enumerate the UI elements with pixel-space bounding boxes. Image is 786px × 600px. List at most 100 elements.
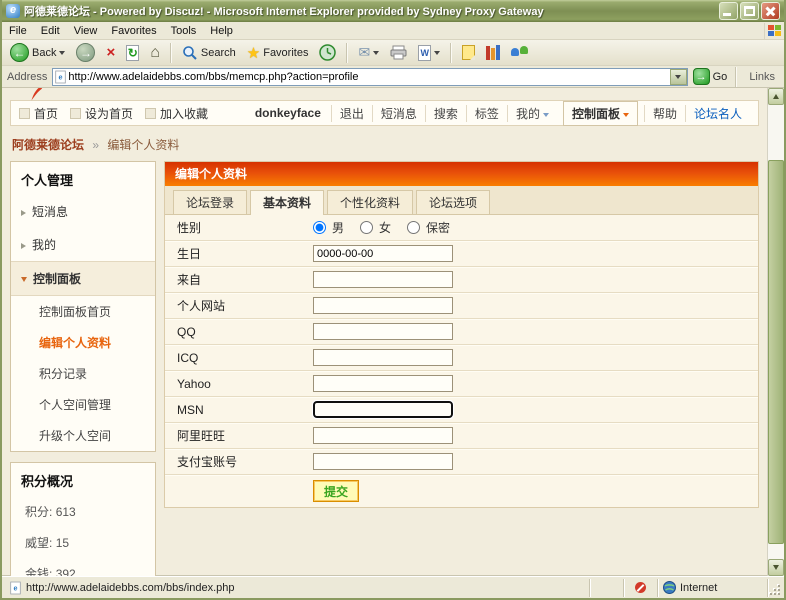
nav-celebs-link[interactable]: 论坛名人 (685, 105, 750, 122)
menu-edit[interactable]: Edit (34, 24, 67, 38)
aliwangwang-input[interactable] (313, 427, 453, 444)
address-bar: Address e http://www.adelaidebbs.com/bbs… (2, 66, 784, 88)
forward-button[interactable]: → (72, 41, 99, 64)
chevron-down-icon[interactable] (373, 51, 379, 55)
home-page-icon (19, 108, 30, 119)
sidebar-item-control-panel[interactable]: 控制面板 (11, 261, 155, 296)
triangle-down-icon (21, 277, 27, 282)
chevron-down-icon (675, 75, 681, 79)
tab-personalization[interactable]: 个性化资料 (327, 190, 413, 214)
credits-box-title: 积分概况 (11, 463, 155, 496)
history-button[interactable] (315, 42, 340, 63)
messenger-button[interactable] (507, 43, 532, 62)
scroll-up-button[interactable] (768, 88, 784, 105)
menu-view[interactable]: View (67, 24, 105, 38)
icq-input[interactable] (313, 349, 453, 366)
toolbar-separator (735, 67, 737, 87)
gender-female-radio[interactable] (360, 221, 373, 234)
field-label: 阿里旺旺 (177, 427, 313, 444)
triangle-right-icon (21, 243, 26, 249)
nav-search-link[interactable]: 搜索 (425, 105, 466, 122)
nav-mine-menu[interactable]: 我的 (507, 105, 557, 122)
form-row-birthday: 生日 (165, 241, 758, 267)
chevron-down-icon[interactable] (434, 51, 440, 55)
birthday-input[interactable] (313, 245, 453, 262)
nav-logout-link[interactable]: 退出 (331, 105, 372, 122)
sidebar-subitem-edit-profile[interactable]: 编辑个人资料 (11, 327, 155, 358)
notes-button[interactable] (458, 43, 479, 62)
submit-button[interactable]: 提交 (313, 480, 359, 502)
menu-favorites[interactable]: Favorites (104, 24, 163, 38)
home-button[interactable]: ⌂ (146, 42, 164, 64)
username[interactable]: donkeyface (255, 106, 321, 120)
sidebar-subitem-space-upgrade[interactable]: 升级个人空间 (11, 420, 155, 451)
nav-set-home-link[interactable]: 设为首页 (70, 105, 133, 122)
maximize-button[interactable] (740, 2, 759, 20)
sidebar-subitem-credit-log[interactable]: 积分记录 (11, 358, 155, 389)
vertical-scrollbar[interactable] (767, 88, 784, 576)
qq-input[interactable] (313, 323, 453, 340)
chevron-down-icon[interactable] (59, 51, 65, 55)
go-label: Go (713, 71, 728, 83)
nav-control-panel-menu[interactable]: 控制面板 (563, 101, 638, 126)
field-label: 性别 (177, 219, 313, 236)
nav-bookmark-link[interactable]: 加入收藏 (145, 105, 208, 122)
back-button[interactable]: ← Back (6, 41, 69, 64)
address-input[interactable]: e http://www.adelaidebbs.com/bbs/memcp.p… (52, 68, 687, 86)
menu-tools[interactable]: Tools (164, 24, 204, 38)
chevron-down-icon (623, 113, 629, 117)
tab-forum-options[interactable]: 论坛选项 (416, 190, 490, 214)
triangle-right-icon (21, 210, 26, 216)
scroll-down-button[interactable] (768, 559, 784, 576)
gender-secret-label[interactable]: 保密 (426, 219, 450, 236)
msn-input[interactable] (313, 401, 453, 418)
status-bar: e http://www.adelaidebbs.com/bbs/index.p… (2, 576, 784, 598)
field-label: 生日 (177, 245, 313, 262)
sidebar-item-messages[interactable]: 短消息 (11, 195, 155, 228)
alipay-input[interactable] (313, 453, 453, 470)
sidebar-subitem-cp-home[interactable]: 控制面板首页 (11, 296, 155, 327)
nav-tags-link[interactable]: 标签 (466, 105, 507, 122)
books-icon (486, 45, 500, 60)
form-row-website: 个人网站 (165, 293, 758, 319)
breadcrumb-root-link[interactable]: 阿德莱德论坛 (12, 138, 84, 152)
menu-help[interactable]: Help (203, 24, 240, 38)
address-dropdown-button[interactable] (670, 69, 687, 85)
status-zone: Internet (680, 582, 717, 594)
from-input[interactable] (313, 271, 453, 288)
website-input[interactable] (313, 297, 453, 314)
print-button[interactable] (386, 43, 411, 62)
research-button[interactable] (482, 43, 504, 62)
windows-logo-icon (764, 23, 784, 39)
tab-forum-login[interactable]: 论坛登录 (173, 190, 247, 214)
credit-row: 积分: 613 (11, 496, 155, 527)
stop-button[interactable]: × (102, 42, 119, 63)
address-url[interactable]: http://www.adelaidebbs.com/bbs/memcp.php… (68, 71, 669, 83)
yahoo-input[interactable] (313, 375, 453, 392)
favorites-button[interactable]: ★ Favorites (243, 42, 313, 64)
minimize-button[interactable] (719, 2, 738, 20)
sidebar-item-mine[interactable]: 我的 (11, 228, 155, 261)
links-toolbar[interactable]: Links (745, 71, 779, 83)
menu-file[interactable]: File (2, 24, 34, 38)
gender-male-label[interactable]: 男 (332, 219, 344, 236)
go-button[interactable]: → Go (693, 68, 728, 85)
form-row-gender: 性别 男 女 保密 (165, 215, 758, 241)
resize-grip[interactable] (768, 579, 782, 597)
nav-help-link[interactable]: 帮助 (644, 105, 685, 122)
edit-with-word-button[interactable]: W (414, 43, 444, 63)
nav-home-link[interactable]: 首页 (19, 105, 58, 122)
search-button[interactable]: Search (178, 43, 240, 63)
blocked-icon (635, 582, 646, 593)
tab-basic-profile[interactable]: 基本资料 (250, 190, 324, 215)
close-button[interactable] (761, 2, 780, 20)
scrollbar-thumb[interactable] (768, 160, 784, 544)
gender-male-radio[interactable] (313, 221, 326, 234)
sidebar-subitem-space-manage[interactable]: 个人空间管理 (11, 389, 155, 420)
gender-female-label[interactable]: 女 (379, 219, 391, 236)
gender-secret-radio[interactable] (407, 221, 420, 234)
nav-messages-link[interactable]: 短消息 (372, 105, 425, 122)
refresh-button[interactable]: ↻ (122, 43, 143, 63)
mail-button[interactable]: ✉ (354, 42, 383, 63)
breadcrumb: 阿德莱德论坛 » 编辑个人资料 (12, 136, 759, 153)
